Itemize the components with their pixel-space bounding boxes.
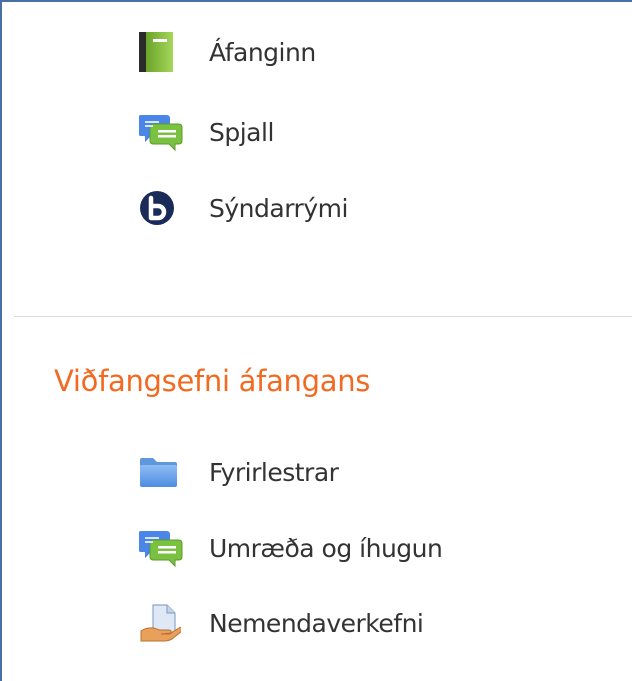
course-section: Viðfangsefni áfangans Fyrirlestrar Umræð… bbox=[2, 317, 632, 681]
activity-label: Fyrirlestrar bbox=[209, 457, 339, 487]
activity-syndarrymi[interactable]: Sýndarrými bbox=[139, 188, 348, 228]
activity-label: Nemendaverkefni bbox=[209, 608, 424, 638]
activity-fyrirlestrar[interactable]: Fyrirlestrar bbox=[139, 452, 339, 492]
bigbluebutton-icon bbox=[139, 188, 187, 228]
activity-spjall[interactable]: Spjall bbox=[139, 112, 274, 152]
book-icon bbox=[139, 32, 187, 72]
activity-nemendaverkefni[interactable]: Nemendaverkefni bbox=[139, 603, 424, 643]
chat-icon bbox=[139, 528, 187, 568]
top-section: Áfanginn Spjall Sýndarrými bbox=[2, 2, 632, 312]
activity-umraeda[interactable]: Umræða og íhugun bbox=[139, 528, 443, 568]
activity-afanginn[interactable]: Áfanginn bbox=[139, 32, 316, 72]
folder-icon bbox=[139, 452, 187, 492]
activity-label: Spjall bbox=[209, 117, 274, 147]
activity-label: Sýndarrými bbox=[209, 193, 348, 223]
chat-icon bbox=[139, 112, 187, 152]
activity-label: Áfanginn bbox=[209, 37, 316, 67]
course-page-frame: Áfanginn Spjall Sýndarrými Viðfangsefni … bbox=[0, 0, 632, 681]
section-title[interactable]: Viðfangsefni áfangans bbox=[54, 364, 370, 398]
assignment-icon bbox=[139, 603, 187, 643]
activity-label: Umræða og íhugun bbox=[209, 533, 443, 563]
